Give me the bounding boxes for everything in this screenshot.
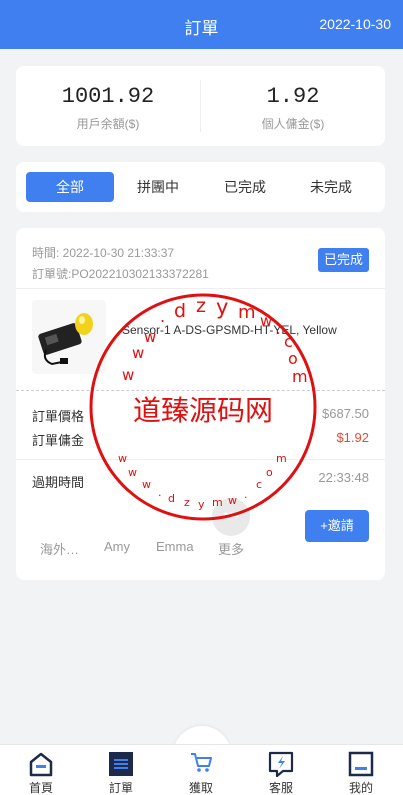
commission-stat: 1.92 個人傭金($) xyxy=(201,66,385,146)
profile-icon xyxy=(348,751,374,777)
product-name: Sensor-1 A-DS-GPSMD-HT-YEL, Yellow xyxy=(122,323,337,337)
order-price-value: $687.50 xyxy=(322,406,369,421)
invite-button[interactable]: +邀請 xyxy=(305,510,369,542)
balance-label: 用戶余額($) xyxy=(76,117,140,131)
member-name: 海外… xyxy=(40,542,80,557)
order-card: 時間: 2022-10-30 21:33:37 訂單號:PO2022103021… xyxy=(16,228,385,580)
member-name: Emma xyxy=(156,539,194,554)
nav-service[interactable]: 客服 xyxy=(251,745,311,795)
nav-service-label: 客服 xyxy=(268,781,293,795)
nav-home-label: 首頁 xyxy=(28,781,53,795)
tab-completed[interactable]: 已完成 xyxy=(201,172,289,202)
order-list-icon xyxy=(109,752,133,776)
nav-orders[interactable]: 訂單 xyxy=(91,745,151,795)
home-icon xyxy=(29,752,53,777)
more-members-icon[interactable]: ••• xyxy=(212,498,250,536)
product-image xyxy=(32,300,106,374)
sensor-device-icon xyxy=(38,313,93,366)
header-date: 2022-10-30 xyxy=(319,16,391,32)
tab-grouping[interactable]: 拼團中 xyxy=(114,172,202,202)
bottom-nav: 首頁 訂單 獲取 客服 我的 xyxy=(0,744,403,795)
dashed-divider xyxy=(16,390,385,391)
order-filter-tabs: 全部 拼團中 已完成 未完成 xyxy=(16,162,385,212)
more-members-link[interactable]: 更多 xyxy=(218,539,244,558)
order-time: 時間: 2022-10-30 21:33:37 xyxy=(32,246,175,260)
nav-grab[interactable]: 獲取 xyxy=(171,745,231,795)
customer-service-icon xyxy=(268,751,294,777)
member-name: Amy xyxy=(104,539,130,554)
order-price-label: 訂單價格 xyxy=(32,409,85,424)
nav-profile[interactable]: 我的 xyxy=(331,745,391,795)
balance-value: 1001.92 xyxy=(61,84,155,109)
commission-value: 1.92 xyxy=(266,84,320,109)
nav-orders-label: 訂單 xyxy=(108,781,133,795)
order-commission-label: 訂單傭金 xyxy=(32,433,85,448)
cart-icon xyxy=(191,753,212,772)
balance-card: 1001.92 用戶余額($) 1.92 個人傭金($) xyxy=(16,66,385,146)
nav-profile-label: 我的 xyxy=(348,781,373,795)
tab-incomplete[interactable]: 未完成 xyxy=(287,172,375,202)
balance-stat: 1001.92 用戶余額($) xyxy=(16,66,200,146)
divider xyxy=(16,288,385,289)
nav-grab-label: 獲取 xyxy=(188,781,213,795)
app-header: 訂單 2022-10-30 xyxy=(0,0,403,49)
order-number: 訂單號:PO202210302133372281 xyxy=(32,267,209,281)
order-commission-value: $1.92 xyxy=(336,430,369,445)
expire-countdown: 22:33:48 xyxy=(318,470,369,485)
divider xyxy=(16,459,385,460)
nav-home[interactable]: 首頁 xyxy=(11,745,71,795)
tab-all[interactable]: 全部 xyxy=(26,172,114,202)
status-badge: 已完成 xyxy=(317,248,369,272)
expire-label: 過期時間 xyxy=(32,475,85,490)
commission-label: 個人傭金($) xyxy=(261,117,325,131)
